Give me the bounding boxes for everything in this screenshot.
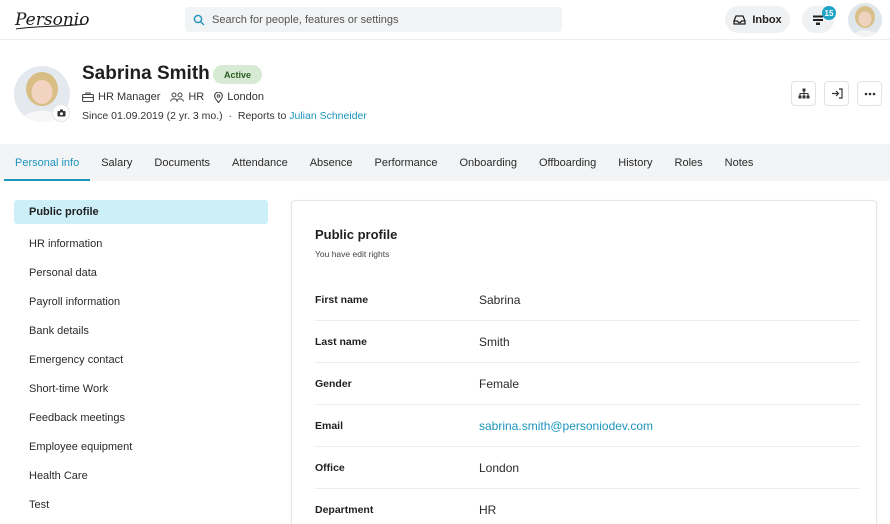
nav-item-public-profile[interactable]: Public profile [14,200,268,224]
tab-onboarding[interactable]: Onboarding [449,144,529,181]
change-photo-button[interactable] [53,105,69,121]
field-value[interactable]: Female [479,377,519,391]
nav-item-test[interactable]: Test [14,490,268,519]
field-label: First name [315,293,369,306]
nav-item-personal-data[interactable]: Personal data [14,258,268,287]
employment-info: Since 01.09.2019 (2 yr. 3 mo.) · Reports… [82,110,367,122]
field-label: Last name [315,335,367,348]
nav-item-feedback-meetings[interactable]: Feedback meetings [14,403,268,432]
tab-offboarding[interactable]: Offboarding [528,144,607,181]
impersonate-button[interactable] [824,81,849,106]
field-label: Department [315,504,374,516]
nav-item-payroll-information[interactable]: Payroll information [14,287,268,316]
department-info: HR [170,91,204,103]
field-value[interactable]: London [479,461,519,475]
reports-to-label: Reports to [237,110,287,122]
org-chart-icon [798,88,809,99]
log-in-icon [831,88,843,99]
field-row-gender: Gender Female [315,363,860,405]
tab-documents[interactable]: Documents [143,144,221,181]
field-label: Gender [315,377,352,390]
edit-rights-note: You have edit rights [315,249,390,259]
department-label: HR [188,91,205,103]
field-value[interactable]: Smith [479,335,510,349]
camera-icon [57,109,65,117]
top-bar: Personio Inbox 15 [0,0,890,40]
employee-name: Sabrina Smith [82,63,210,84]
email-link[interactable]: sabrina.smith@personiodev.com [479,419,653,433]
user-avatar[interactable] [848,3,882,37]
more-icon [864,92,875,95]
more-actions-button[interactable] [857,81,882,106]
location-label: London [227,91,264,103]
tab-personal-info[interactable]: Personal info [4,144,91,181]
svg-text:Personio: Personio [14,10,89,30]
nav-item-employee-equipment[interactable]: Employee equipment [14,432,268,461]
public-profile-card: Public profile You have edit rights Firs… [291,200,877,524]
section-nav: Public profile HR information Personal d… [14,200,268,519]
field-row-office: Office London [315,447,860,489]
tab-absence[interactable]: Absence [299,144,364,181]
tab-salary[interactable]: Salary [90,144,143,181]
field-value[interactable]: Sabrina [479,293,520,307]
nav-item-short-time-work[interactable]: Short-time Work [14,374,268,403]
supervisor-link[interactable]: Julian Schneider [289,110,367,122]
tab-history[interactable]: History [607,144,663,181]
position-info: HR Manager [82,91,160,103]
inbox-label: Inbox [752,13,782,26]
field-value[interactable]: HR [479,503,496,517]
position-label: HR Manager [98,91,161,103]
field-label: Email [315,419,344,432]
tab-notes[interactable]: Notes [714,144,765,181]
tab-attendance[interactable]: Attendance [221,144,299,181]
nav-item-emergency-contact[interactable]: Emergency contact [14,345,268,374]
location-pin-icon [214,91,224,103]
briefcase-icon [82,92,94,102]
tasks-count-badge: 15 [822,6,836,20]
employee-meta: HR Manager HR London [82,91,274,103]
location-info: London [214,91,264,103]
tab-roles[interactable]: Roles [664,144,714,181]
org-chart-button[interactable] [791,81,816,106]
search-icon [193,14,205,25]
nav-item-bank-details[interactable]: Bank details [14,316,268,345]
search-bar[interactable] [185,7,562,32]
profile-fields: First name Sabrina Last name Smith Gende… [315,279,860,524]
inbox-button[interactable]: Inbox [725,6,790,33]
inbox-icon [733,14,746,25]
profile-tabs: Personal info Salary Documents Attendanc… [0,144,890,181]
nav-item-health-care[interactable]: Health Care [14,461,268,490]
separator: · [228,110,233,122]
field-row-first-name: First name Sabrina [315,279,860,321]
nav-item-hr-information[interactable]: HR information [14,229,268,258]
field-label: Office [315,461,345,474]
field-row-last-name: Last name Smith [315,321,860,363]
field-row-email: Email sabrina.smith@personiodev.com [315,405,860,447]
search-input[interactable] [212,13,542,26]
personio-logo[interactable]: Personio [14,6,90,34]
tab-performance[interactable]: Performance [364,144,449,181]
since-text: Since 01.09.2019 (2 yr. 3 mo.) [82,110,223,122]
status-badge: Active [213,65,263,84]
field-row-department: Department HR [315,489,860,524]
team-icon [170,92,185,102]
card-title: Public profile [315,227,398,242]
